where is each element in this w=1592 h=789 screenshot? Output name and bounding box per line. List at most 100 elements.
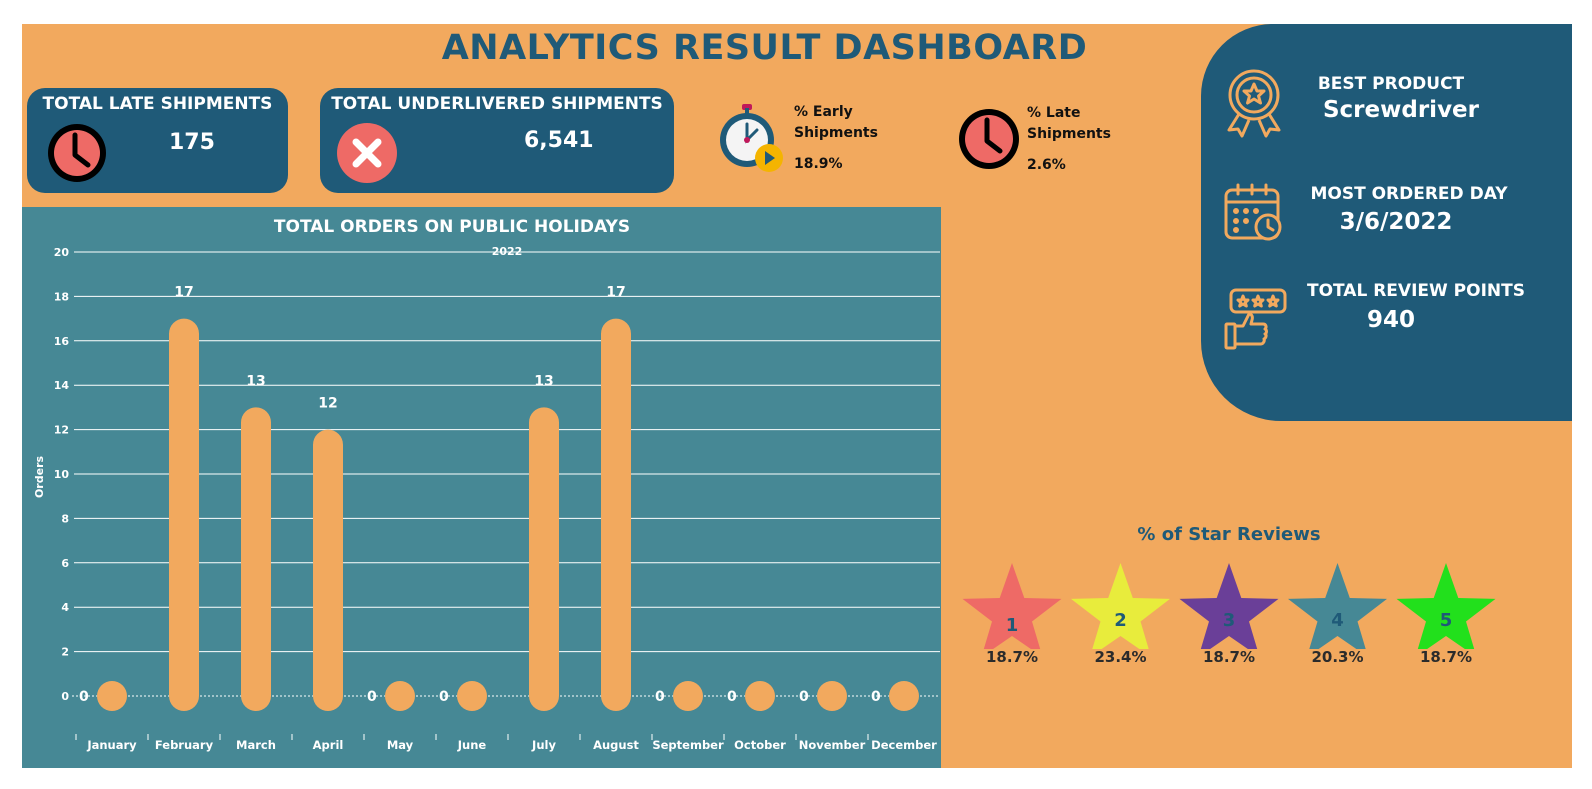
orders-chart-panel: TOTAL ORDERS ON PUBLIC HOLIDAYS 2022 Ord… (22, 207, 941, 768)
late-shipments-pct-value: 2.6% (1027, 157, 1066, 173)
thumbs-up-stars-icon (1223, 286, 1289, 356)
data-label: 0 (367, 689, 377, 705)
x-tick-label: August (593, 738, 639, 752)
y-tick-label: 0 (61, 690, 69, 703)
star-1-percent: 18.7% (985, 648, 1039, 666)
data-label: 0 (727, 689, 737, 705)
star-2-shape (1071, 563, 1170, 649)
star-5-percent: 18.7% (1419, 648, 1473, 666)
x-tick-label: November (799, 738, 866, 752)
x-tick-label: March (236, 738, 276, 752)
late-shipments-pct-label-line1: % Late (1027, 105, 1081, 121)
data-label: 0 (799, 689, 809, 705)
y-tick-label: 16 (54, 335, 70, 348)
star-4-shape (1288, 563, 1387, 649)
clock-icon (957, 107, 1021, 175)
review-points-label: TOTAL REVIEW POINTS (1306, 281, 1525, 301)
x-tick-label: April (313, 738, 344, 752)
star-5-shape (1396, 563, 1496, 649)
late-shipments-value: 175 (169, 130, 215, 155)
bar (385, 681, 415, 711)
summary-panel: BEST PRODUCT Screwdriver MOST ORDERED DA… (1201, 24, 1572, 421)
best-product-value: Screwdriver (1322, 97, 1479, 123)
review-points-block: TOTAL REVIEW POINTS 940 (1201, 274, 1572, 384)
data-label: 17 (606, 285, 625, 301)
award-ribbon-icon (1221, 68, 1287, 142)
star-4-percent: 20.3% (1311, 648, 1364, 666)
data-label: 12 (318, 396, 337, 412)
star-rating-label: 5 (1440, 610, 1453, 631)
x-tick-label: September (652, 738, 724, 752)
x-tick-label: July (531, 738, 556, 752)
data-label: 0 (871, 689, 881, 705)
star-1-shape (962, 563, 1062, 649)
star-rating-label: 2 (1114, 610, 1127, 631)
star-reviews-graphic: 1 2 3 4 5 (962, 563, 1496, 649)
late-shipments-pct-label-line2: Shipments (1027, 126, 1111, 142)
x-tick-label: January (86, 738, 137, 752)
x-tick-label: October (734, 738, 786, 752)
bar (457, 681, 487, 711)
y-tick-label: 12 (54, 424, 69, 437)
bar (601, 318, 631, 711)
x-tick-label: June (457, 738, 487, 752)
y-axis-label: Orders (33, 456, 46, 499)
star-rating-label: 1 (1006, 615, 1019, 636)
y-tick-label: 18 (54, 290, 69, 303)
y-tick-label: 14 (54, 379, 70, 392)
data-label: 13 (534, 373, 553, 389)
data-label: 13 (246, 373, 265, 389)
late-shipments-pct-metric: % Late Shipments 2.6% (957, 102, 1157, 192)
early-shipments-label-line1: % Early (794, 104, 853, 120)
close-x-icon (335, 121, 399, 189)
y-tick-label: 20 (54, 246, 70, 259)
dashboard-canvas: ANALYTICS RESULT DASHBOARD TOTAL LATE SH… (22, 24, 1572, 768)
late-shipments-pct-label: % Late Shipments (1027, 103, 1137, 145)
early-shipments-label-line2: Shipments (794, 125, 878, 141)
bar (673, 681, 703, 711)
y-tick-label: 8 (61, 512, 69, 525)
data-label: 0 (655, 689, 665, 705)
x-tick-label: February (155, 738, 214, 752)
bar (529, 407, 559, 711)
most-ordered-day-label: MOST ORDERED DAY (1310, 184, 1508, 204)
early-shipments-label: % Early Shipments (794, 102, 904, 144)
calendar-clock-icon (1223, 182, 1285, 248)
bar (313, 429, 343, 711)
star-rating-label: 4 (1331, 610, 1344, 631)
bar (817, 681, 847, 711)
x-tick-label: May (387, 738, 414, 752)
data-label: 17 (174, 285, 193, 301)
y-tick-label: 10 (54, 468, 70, 481)
late-shipments-label: TOTAL LATE SHIPMENTS (42, 94, 273, 114)
early-shipments-metric: % Early Shipments 18.9% (717, 102, 917, 192)
underdelivered-shipments-card: TOTAL UNDERLIVERED SHIPMENTS 6,541 (320, 88, 674, 193)
chart-title: TOTAL ORDERS ON PUBLIC HOLIDAYS (274, 217, 630, 237)
most-ordered-day-block: MOST ORDERED DAY 3/6/2022 (1201, 164, 1572, 274)
early-shipments-value: 18.9% (794, 156, 843, 172)
best-product-label: BEST PRODUCT (1317, 74, 1465, 94)
star-reviews-title: % of Star Reviews (1137, 524, 1321, 545)
review-points-value: 940 (1366, 307, 1415, 333)
underdelivered-shipments-value: 6,541 (524, 128, 594, 153)
late-shipments-card: TOTAL LATE SHIPMENTS 175 (27, 88, 288, 193)
star-2-percent: 23.4% (1094, 648, 1147, 666)
bar (169, 318, 199, 711)
underdelivered-shipments-label: TOTAL UNDERLIVERED SHIPMENTS (331, 94, 663, 114)
best-product-block: BEST PRODUCT Screwdriver (1201, 24, 1572, 154)
stopwatch-icon (717, 102, 789, 178)
star-3-shape (1179, 563, 1279, 649)
bar (97, 681, 127, 711)
y-tick-label: 6 (61, 557, 69, 570)
data-label: 0 (79, 689, 89, 705)
bar (889, 681, 919, 711)
star-3-percent: 18.7% (1202, 648, 1256, 666)
bar (745, 681, 775, 711)
y-tick-label: 2 (61, 646, 69, 659)
y-tick-label: 4 (61, 601, 69, 614)
x-tick-label: December (871, 738, 937, 752)
clock-icon (45, 121, 109, 189)
data-label: 0 (439, 689, 449, 705)
orders-bar-chart: TOTAL ORDERS ON PUBLIC HOLIDAYS 2022 Ord… (33, 217, 940, 752)
bar (241, 407, 271, 711)
